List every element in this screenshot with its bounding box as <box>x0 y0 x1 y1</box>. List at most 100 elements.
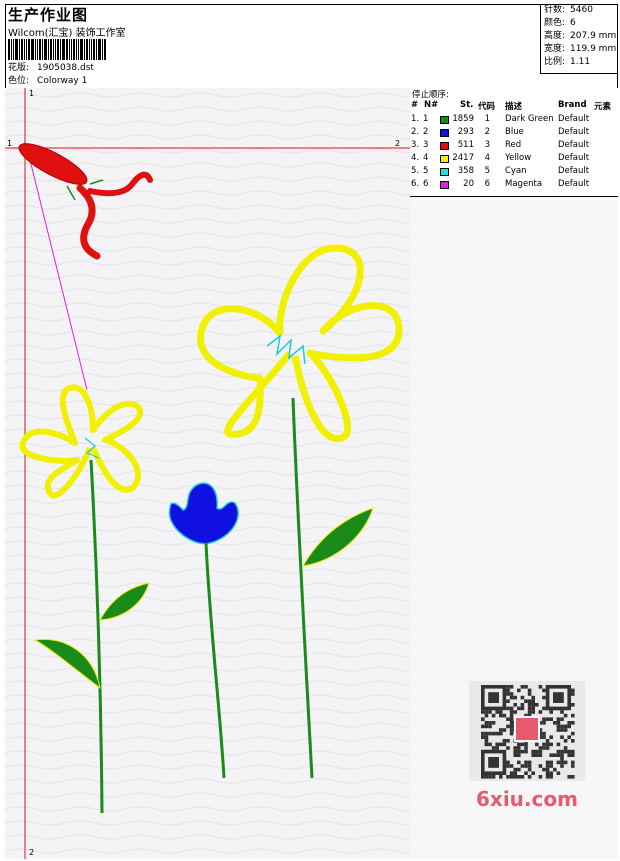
stat-label: 颜色: <box>544 18 566 28</box>
watermark-domain: 6xiu <box>476 787 524 811</box>
company-name: Wilcom(汇宝) 装饰工作室 <box>8 28 126 39</box>
start-mark-left: 1 <box>7 139 13 148</box>
qr-pattern <box>481 685 575 779</box>
cell-code: 1 <box>484 114 490 124</box>
col-description: 描述 <box>505 102 523 112</box>
cell-brand: Default <box>558 127 590 137</box>
barcode-bar <box>26 39 27 60</box>
cell-brand: Default <box>558 166 590 176</box>
stat-label: 针数: <box>544 5 566 15</box>
barcode-bar <box>44 39 47 60</box>
cell-code: 2 <box>484 127 490 137</box>
cell-stitches: 1859 <box>452 114 474 124</box>
end-mark-right: 2 <box>395 139 401 148</box>
barcode <box>8 39 107 60</box>
barcode-bar <box>60 39 61 60</box>
col-brand: Brand <box>558 100 587 110</box>
design-value: 1905038.dst <box>37 63 94 73</box>
cell-n: 2 <box>423 127 429 137</box>
barcode-bar <box>15 39 18 60</box>
barcode-bar <box>71 39 72 60</box>
cell-desc: Yellow <box>505 153 532 163</box>
barcode-bar <box>37 39 38 60</box>
barcode-bar <box>53 39 54 60</box>
cell-code: 4 <box>484 153 490 163</box>
cell-num: 4. <box>411 153 420 163</box>
table-row: 3. 3 511 3 Red Default <box>410 140 618 153</box>
barcode-bar <box>28 39 30 60</box>
stat-value: 119.9 mm <box>570 44 617 54</box>
col-element: 元素 <box>594 102 612 112</box>
design-label: 花版: <box>8 63 30 73</box>
stats-panel: 针数: 5460 颜色: 6 高度: 207.9 mm 宽度: 119.9 mm 比例:… <box>540 4 618 74</box>
table-header: # N# St. 代码 描述 Brand 元素 <box>410 100 618 112</box>
watermark-logo: 6xiu.com <box>476 787 578 811</box>
cell-num: 2. <box>411 127 420 137</box>
table-row: 1. 1 1859 1 Dark Green Default <box>410 114 618 127</box>
cell-stitches: 293 <box>457 127 474 137</box>
cell-code: 5 <box>484 166 490 176</box>
barcode-bar <box>96 39 97 60</box>
cell-desc: Dark Green <box>505 114 554 124</box>
cell-desc: Cyan <box>505 166 527 176</box>
cell-desc: Magenta <box>505 179 543 189</box>
col-stitches: St. <box>460 100 474 110</box>
barcode-bar <box>80 39 83 60</box>
qr-code <box>469 681 585 781</box>
stat-label: 高度: <box>544 31 566 41</box>
barcode-bar <box>104 39 106 60</box>
table-row: 4. 4 2417 4 Yellow Default <box>410 153 618 166</box>
barcode-bar <box>76 39 77 60</box>
page-title: 生产作业图 <box>8 6 89 24</box>
color-swatch <box>440 168 449 176</box>
col-needle: N# <box>424 100 439 110</box>
cell-brand: Default <box>558 140 590 150</box>
cell-brand: Default <box>558 153 590 163</box>
col-code: 代码 <box>478 102 496 112</box>
cell-n: 4 <box>423 153 429 163</box>
cell-brand: Default <box>558 179 590 189</box>
color-swatch <box>440 142 449 150</box>
cell-brand: Default <box>558 114 590 124</box>
barcode-bar <box>84 39 85 60</box>
cell-n: 6 <box>423 179 429 189</box>
cell-desc: Blue <box>505 127 524 137</box>
cell-stitches: 20 <box>463 179 474 189</box>
barcode-bar <box>8 39 10 60</box>
barcode-bar <box>50 39 52 60</box>
barcode-bar <box>62 39 65 60</box>
barcode-bar <box>66 39 68 60</box>
cell-n: 1 <box>423 114 429 124</box>
barcode-bar <box>69 39 70 60</box>
cell-desc: Red <box>505 140 522 150</box>
stop-sequence-table: 停止顺序: # N# St. 代码 描述 Brand 元素 1. 1 1859 1 Da… <box>410 88 618 197</box>
barcode-bar <box>21 39 23 60</box>
barcode-bar <box>42 39 43 60</box>
barcode-bar <box>11 39 12 60</box>
barcode-bar <box>35 39 36 60</box>
barcode-bar <box>31 39 34 60</box>
colorway-value: Colorway 1 <box>37 76 88 86</box>
col-index: # <box>411 100 419 110</box>
cell-n: 5 <box>423 166 429 176</box>
cell-stitches: 511 <box>457 140 474 150</box>
barcode-bar <box>13 39 14 60</box>
stat-value: 6 <box>570 18 576 28</box>
stat-label: 宽度: <box>544 44 566 54</box>
table-row: 2. 2 293 2 Blue Default <box>410 127 618 140</box>
barcode-bar <box>24 39 25 60</box>
color-swatch <box>440 116 449 124</box>
start-mark-top: 1 <box>29 89 35 98</box>
cell-code: 6 <box>484 179 490 189</box>
color-swatch <box>440 181 449 189</box>
cell-num: 5. <box>411 166 420 176</box>
cell-stitches: 358 <box>457 166 474 176</box>
table-row: 6. 6 20 6 Magenta Default <box>410 179 618 192</box>
barcode-bar <box>78 39 79 60</box>
barcode-bar <box>102 39 103 60</box>
stat-value: 207.9 mm <box>570 31 617 41</box>
barcode-bar <box>39 39 41 60</box>
barcode-bar <box>86 39 88 60</box>
barcode-bar <box>98 39 101 60</box>
stat-label: 比例: <box>544 57 566 67</box>
